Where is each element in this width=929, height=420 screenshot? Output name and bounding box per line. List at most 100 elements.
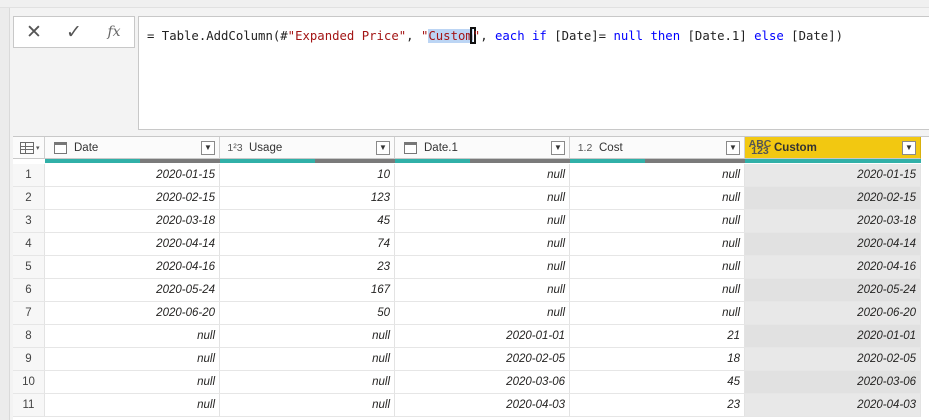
row-number[interactable]: 2 [13, 187, 45, 210]
cell-usage[interactable]: 23 [220, 256, 395, 279]
cell-date[interactable]: null [45, 371, 220, 394]
row-number[interactable]: 8 [13, 325, 45, 348]
cell-usage[interactable]: 10 [220, 164, 395, 187]
cell-cost[interactable]: null [570, 233, 745, 256]
row-number[interactable]: 10 [13, 371, 45, 394]
table-menu-button[interactable]: ▾ [13, 137, 45, 159]
cell-cost[interactable]: null [570, 256, 745, 279]
row-number[interactable]: 5 [13, 256, 45, 279]
cell-custom[interactable]: 2020-02-05 [745, 348, 921, 371]
cell-date1[interactable]: 2020-03-06 [395, 371, 570, 394]
row-number[interactable]: 11 [13, 394, 45, 417]
cell-date1[interactable]: 2020-02-05 [395, 348, 570, 371]
cell-date1[interactable]: null [395, 256, 570, 279]
filter-dropdown-icon[interactable]: ▼ [726, 140, 740, 155]
cell-usage[interactable]: 74 [220, 233, 395, 256]
filter-dropdown-icon[interactable]: ▼ [201, 140, 215, 155]
column-header-custom[interactable]: ABC 123 Custom ▼ [745, 137, 921, 159]
table-row[interactable]: 2 2020-02-15 123 null null 2020-02-15 [13, 187, 929, 210]
cell-usage[interactable]: 50 [220, 302, 395, 325]
cell-custom[interactable]: 2020-06-20 [745, 302, 921, 325]
cell-date1[interactable]: 2020-04-03 [395, 394, 570, 417]
filter-dropdown-icon[interactable]: ▼ [376, 140, 390, 155]
cell-usage[interactable]: 167 [220, 279, 395, 302]
row-number[interactable]: 9 [13, 348, 45, 371]
cell-date1[interactable]: null [395, 210, 570, 233]
cell-cost[interactable]: null [570, 164, 745, 187]
cell-date[interactable]: 2020-03-18 [45, 210, 220, 233]
cell-cost[interactable]: 23 [570, 394, 745, 417]
cell-date[interactable]: 2020-04-16 [45, 256, 220, 279]
cell-cost[interactable]: 18 [570, 348, 745, 371]
cell-date[interactable]: null [45, 348, 220, 371]
cell-usage[interactable]: null [220, 348, 395, 371]
column-header-cost[interactable]: 1.2 Cost ▼ [570, 137, 745, 159]
cell-custom[interactable]: 2020-04-16 [745, 256, 921, 279]
cell-custom[interactable]: 2020-05-24 [745, 279, 921, 302]
cell-date[interactable]: 2020-02-15 [45, 187, 220, 210]
filter-dropdown-icon[interactable]: ▼ [902, 140, 916, 155]
cell-usage[interactable]: 123 [220, 187, 395, 210]
cell-custom[interactable]: 2020-03-06 [745, 371, 921, 394]
cell-usage[interactable]: null [220, 371, 395, 394]
cell-usage[interactable]: null [220, 394, 395, 417]
cell-date1[interactable]: null [395, 279, 570, 302]
cell-date1[interactable]: null [395, 187, 570, 210]
cell-date1[interactable]: null [395, 233, 570, 256]
cell-date1[interactable]: null [395, 302, 570, 325]
queries-pane-collapsed[interactable] [0, 8, 10, 420]
cell-custom[interactable]: 2020-04-03 [745, 394, 921, 417]
cell-date[interactable]: 2020-01-15 [45, 164, 220, 187]
cell-date1[interactable]: 2020-01-01 [395, 325, 570, 348]
decimal-icon[interactable]: 1.2 [577, 141, 593, 155]
cell-cost[interactable]: null [570, 279, 745, 302]
check-icon[interactable]: ✓ [54, 17, 94, 47]
table-row[interactable]: 3 2020-03-18 45 null null 2020-03-18 [13, 210, 929, 233]
cell-custom[interactable]: 2020-01-01 [745, 325, 921, 348]
row-number[interactable]: 3 [13, 210, 45, 233]
row-number[interactable]: 7 [13, 302, 45, 325]
formula-input[interactable]: = Table.AddColumn(#"Expanded Price", "Cu… [138, 16, 929, 130]
cell-date[interactable]: 2020-06-20 [45, 302, 220, 325]
column-header-label: Date.1 [424, 141, 458, 154]
cell-usage[interactable]: null [220, 325, 395, 348]
cell-date[interactable]: 2020-04-14 [45, 233, 220, 256]
cell-custom[interactable]: 2020-01-15 [745, 164, 921, 187]
row-number[interactable]: 1 [13, 164, 45, 187]
table-row[interactable]: 5 2020-04-16 23 null null 2020-04-16 [13, 256, 929, 279]
cell-date[interactable]: null [45, 394, 220, 417]
cell-date1[interactable]: null [395, 164, 570, 187]
table-row[interactable]: 4 2020-04-14 74 null null 2020-04-14 [13, 233, 929, 256]
table-row[interactable]: 8 null null 2020-01-01 21 2020-01-01 [13, 325, 929, 348]
calendar-icon[interactable] [402, 141, 418, 155]
cell-date[interactable]: 2020-05-24 [45, 279, 220, 302]
any-type-icon[interactable]: ABC 123 [749, 138, 772, 156]
table-row[interactable]: 7 2020-06-20 50 null null 2020-06-20 [13, 302, 929, 325]
cell-cost[interactable]: null [570, 210, 745, 233]
row-number[interactable]: 4 [13, 233, 45, 256]
whole-number-icon[interactable]: 1²3 [227, 141, 243, 155]
column-header-usage[interactable]: 1²3 Usage ▼ [220, 137, 395, 159]
calendar-icon[interactable] [52, 141, 68, 155]
cell-date[interactable]: null [45, 325, 220, 348]
cell-cost[interactable]: null [570, 302, 745, 325]
column-header-date1[interactable]: Date.1 ▼ [395, 137, 570, 159]
table-row[interactable]: 10 null null 2020-03-06 45 2020-03-06 [13, 371, 929, 394]
cell-usage[interactable]: 45 [220, 210, 395, 233]
table-row[interactable]: 11 null null 2020-04-03 23 2020-04-03 [13, 394, 929, 417]
cell-cost[interactable]: 45 [570, 371, 745, 394]
column-header-date[interactable]: Date ▼ [45, 137, 220, 159]
fx-icon[interactable]: fx [94, 17, 134, 47]
table-row[interactable]: 9 null null 2020-02-05 18 2020-02-05 [13, 348, 929, 371]
cell-custom[interactable]: 2020-04-14 [745, 233, 921, 256]
cell-custom[interactable]: 2020-03-18 [745, 210, 921, 233]
cell-custom[interactable]: 2020-02-15 [745, 187, 921, 210]
table-row[interactable]: 1 2020-01-15 10 null null 2020-01-15 [13, 164, 929, 187]
close-icon[interactable]: ✕ [14, 17, 54, 47]
cell-cost[interactable]: 21 [570, 325, 745, 348]
filter-dropdown-icon[interactable]: ▼ [551, 140, 565, 155]
cell-cost[interactable]: null [570, 187, 745, 210]
formula-text[interactable]: = Table.AddColumn(#"Expanded Price", "Cu… [147, 27, 843, 44]
table-row[interactable]: 6 2020-05-24 167 null null 2020-05-24 [13, 279, 929, 302]
row-number[interactable]: 6 [13, 279, 45, 302]
